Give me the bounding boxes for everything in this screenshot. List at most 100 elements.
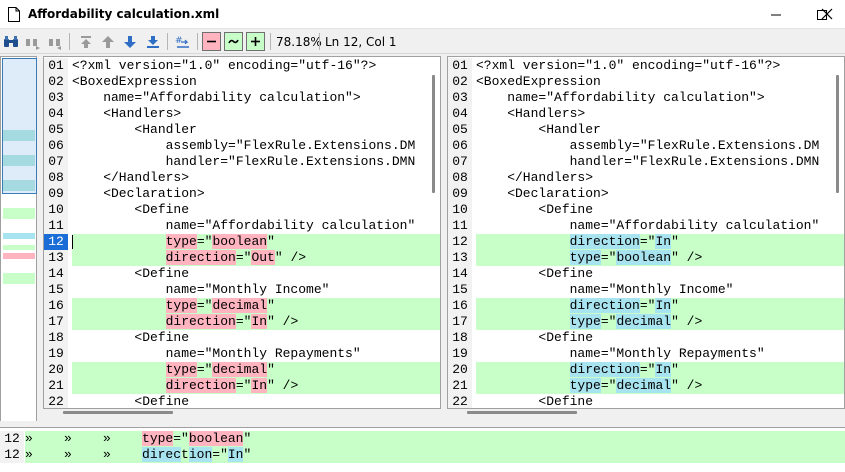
- code-line[interactable]: 12 direction="In": [448, 234, 844, 250]
- line-number: 07: [448, 154, 472, 170]
- code-line[interactable]: 19 name="Monthly Repayments": [44, 346, 440, 362]
- line-number: 03: [448, 90, 472, 106]
- code-line[interactable]: 04 <Handlers>: [44, 106, 440, 122]
- code-token: t: [181, 447, 189, 462]
- code-token: =": [600, 250, 617, 265]
- code-line[interactable]: 09 <Declaration>: [44, 186, 440, 202]
- code-token: name="Monthly Repayments": [476, 346, 765, 361]
- right-vertical-scrollbar[interactable]: [836, 75, 839, 193]
- code-line[interactable]: 20 type="decimal": [44, 362, 440, 378]
- show-moves-toggle[interactable]: [224, 32, 243, 51]
- line-number: 13: [448, 250, 472, 266]
- code-line[interactable]: 06 assembly="FlexRule.Extensions.DM: [448, 138, 844, 154]
- right-editor-pane[interactable]: 01 <?xml version="1.0" encoding="utf-16"?…: [447, 56, 845, 409]
- code-line[interactable]: 20 direction="In": [448, 362, 844, 378]
- code-line[interactable]: 03 name="Affordability calculation">: [44, 90, 440, 106]
- code-line[interactable]: 05 <Handler: [44, 122, 440, 138]
- previous-difference-button[interactable]: [98, 32, 118, 52]
- code-line[interactable]: 22 <Define: [448, 394, 844, 408]
- line-text: type="decimal": [72, 362, 440, 378]
- line-text: type="decimal": [72, 298, 440, 314]
- line-number: 04: [44, 106, 68, 122]
- left-horizontal-scrollbar[interactable]: [63, 411, 173, 414]
- code-line[interactable]: 11 name="Affordability calculation": [448, 218, 844, 234]
- code-line[interactable]: 02 <BoxedExpression: [448, 74, 844, 90]
- last-difference-button[interactable]: [143, 32, 163, 52]
- code-line[interactable]: 09 <Declaration>: [448, 186, 844, 202]
- line-text: name="Affordability calculation">: [72, 90, 440, 106]
- overview-viewport[interactable]: [2, 58, 37, 194]
- code-line[interactable]: 17 direction="In" />: [44, 314, 440, 330]
- line-text: <Define: [72, 266, 440, 282]
- diff-token: Out: [251, 250, 275, 265]
- diff-overview-map[interactable]: [0, 56, 37, 422]
- code-line[interactable]: 15 name="Monthly Income": [44, 282, 440, 298]
- code-line[interactable]: 07 handler="FlexRule.Extensions.DMN: [448, 154, 844, 170]
- code-line[interactable]: 10 <Define: [448, 202, 844, 218]
- detail-line[interactable]: 12» » » type="boolean": [0, 431, 845, 447]
- line-text: direction="In": [476, 362, 844, 378]
- line-number: 22: [44, 394, 68, 408]
- code-token: =": [196, 298, 213, 313]
- code-token: ": [243, 431, 252, 446]
- code-line[interactable]: 21 direction="In" />: [44, 378, 440, 394]
- code-line[interactable]: 16 direction="In": [448, 298, 844, 314]
- line-number: 15: [448, 282, 472, 298]
- code-line[interactable]: 01 <?xml version="1.0" encoding="utf-16"?…: [44, 58, 440, 74]
- code-token: <Declaration>: [476, 186, 609, 201]
- diff-token: type: [165, 362, 197, 377]
- code-line[interactable]: 18 <Define: [448, 330, 844, 346]
- code-line[interactable]: 05 <Handler: [448, 122, 844, 138]
- first-difference-button[interactable]: [76, 32, 96, 52]
- code-line[interactable]: 16 type="decimal": [44, 298, 440, 314]
- line-text: <Define: [476, 202, 844, 218]
- code-line[interactable]: 18 <Define: [44, 330, 440, 346]
- code-line[interactable]: 12 type="boolean": [44, 234, 440, 250]
- line-number: 17: [44, 314, 68, 330]
- code-line[interactable]: 22 <Define: [44, 394, 440, 408]
- code-line[interactable]: 04 <Handlers>: [448, 106, 844, 122]
- code-line[interactable]: 17 type="decimal" />: [448, 314, 844, 330]
- code-token: <Define: [72, 266, 190, 281]
- code-line[interactable]: 08 </Handlers>: [448, 170, 844, 186]
- code-line[interactable]: 10 <Define: [44, 202, 440, 218]
- line-text: » » » type="boolean": [25, 431, 845, 447]
- show-additions-toggle[interactable]: [246, 32, 265, 51]
- code-token: ": [267, 298, 275, 313]
- left-editor-pane[interactable]: 01 <?xml version="1.0" encoding="utf-16"?…: [43, 56, 441, 409]
- line-number: 12: [0, 447, 24, 463]
- go-to-line-button[interactable]: #: [173, 32, 193, 52]
- code-line[interactable]: 14 <Define: [448, 266, 844, 282]
- find-next-button[interactable]: [23, 32, 43, 52]
- right-horizontal-scrollbar[interactable]: [467, 411, 577, 414]
- diff-token: decimal: [616, 314, 672, 329]
- code-token: ": [671, 298, 679, 313]
- line-number: 07: [44, 154, 68, 170]
- minimize-icon: [771, 14, 781, 16]
- code-line[interactable]: 08 </Handlers>: [44, 170, 440, 186]
- close-icon[interactable]: [821, 8, 833, 20]
- line-detail-pane[interactable]: 12» » » type="boolean" 12» » » direction=…: [0, 427, 845, 472]
- next-difference-button[interactable]: [120, 32, 140, 52]
- code-line[interactable]: 03 name="Affordability calculation">: [448, 90, 844, 106]
- minimize-button[interactable]: [753, 0, 799, 29]
- code-line[interactable]: 14 <Define: [44, 266, 440, 282]
- code-line[interactable]: 11 name="Affordability calculation": [44, 218, 440, 234]
- code-line[interactable]: 15 name="Monthly Income": [448, 282, 844, 298]
- find-button[interactable]: [1, 32, 21, 52]
- code-line[interactable]: 06 assembly="FlexRule.Extensions.DM: [44, 138, 440, 154]
- find-previous-button[interactable]: [45, 32, 65, 52]
- show-deletions-toggle[interactable]: [202, 32, 221, 51]
- code-line[interactable]: 13 direction="Out" />: [44, 250, 440, 266]
- line-number: 01: [44, 58, 68, 74]
- left-vertical-scrollbar[interactable]: [432, 75, 435, 193]
- code-line[interactable]: 21 type="decimal" />: [448, 378, 844, 394]
- line-number: 21: [44, 378, 68, 394]
- code-line[interactable]: 02 <BoxedExpression: [44, 74, 440, 90]
- code-line[interactable]: 13 type="boolean" />: [448, 250, 844, 266]
- detail-line[interactable]: 12» » » direction="In": [0, 447, 845, 463]
- code-line[interactable]: 07 handler="FlexRule.Extensions.DMN: [44, 154, 440, 170]
- code-line[interactable]: 19 name="Monthly Repayments": [448, 346, 844, 362]
- code-line[interactable]: 01 <?xml version="1.0" encoding="utf-16"?…: [448, 58, 844, 74]
